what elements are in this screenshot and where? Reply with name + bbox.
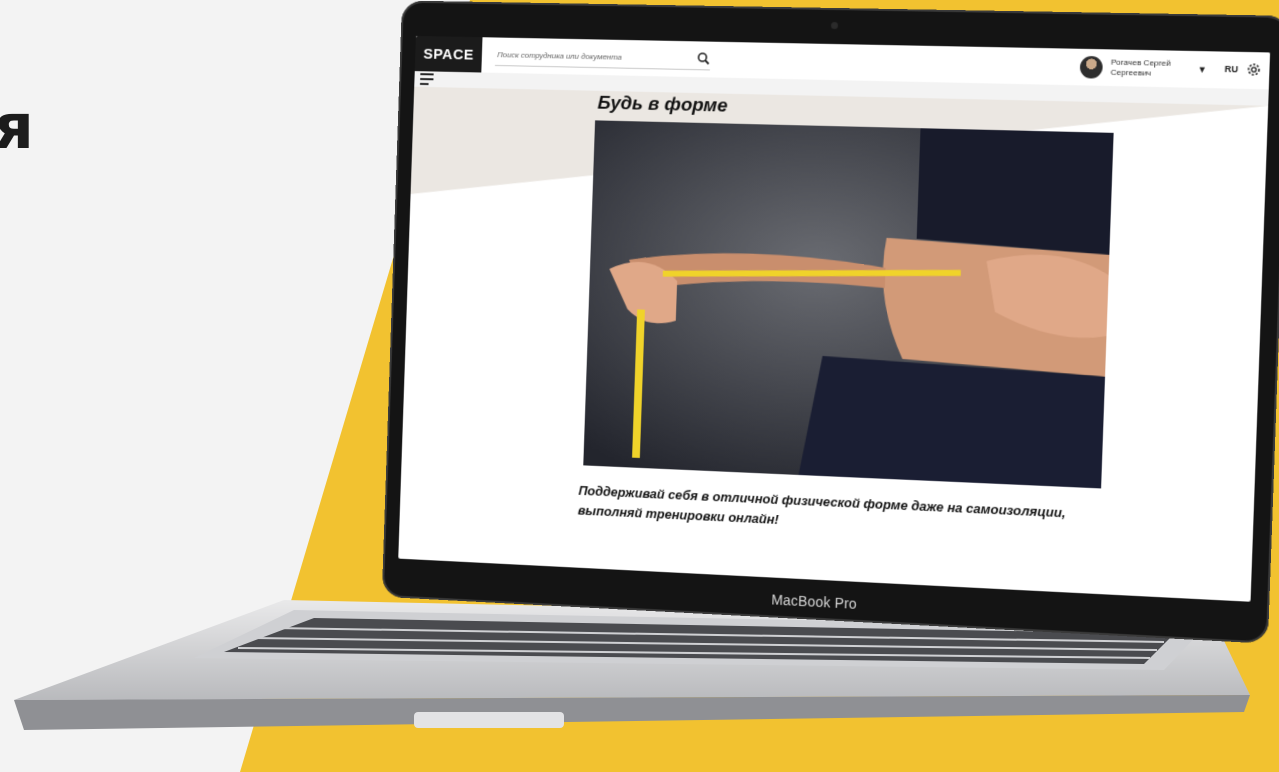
avatar [1079,55,1104,79]
search-icon[interactable] [696,51,710,65]
user-menu[interactable]: Рогачев Сергей Сергеевич ▼ [1079,53,1208,84]
user-name: Рогачев Сергей Сергеевич [1110,57,1171,78]
article-body: Поддерживай себя в отличной физической ф… [577,482,1066,527]
app-logo[interactable]: SPACE [414,35,483,73]
search-bar [494,43,711,71]
gear-icon[interactable] [1246,62,1261,77]
hero-image [583,120,1114,489]
article-title: Будь в форме [597,92,728,117]
search-input[interactable] [495,48,697,64]
camera [830,21,839,30]
caret-down-icon[interactable]: ▼ [1197,64,1207,74]
laptop-lid: SPACE Рогачев Сергей Сергеевич ▼ RU [381,0,1279,644]
hamburger-icon[interactable] [419,73,434,86]
screen: SPACE Рогачев Сергей Сергеевич ▼ RU [398,35,1271,602]
language-selector[interactable]: RU [1224,64,1238,75]
laptop: SPACE Рогачев Сергей Сергеевич ▼ RU [0,0,1279,772]
article: Будь в форме Поддерживай себя в отличной… [398,86,1269,602]
